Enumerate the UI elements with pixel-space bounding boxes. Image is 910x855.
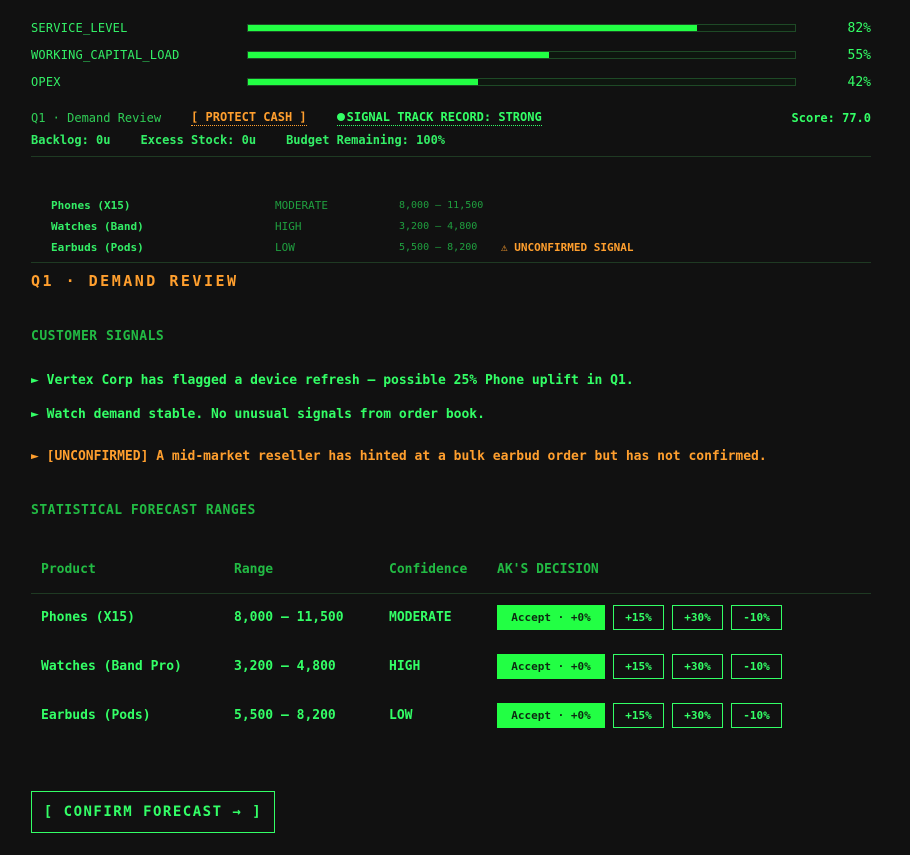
- confirm-forecast-button[interactable]: [ CONFIRM FORECAST → ]: [31, 791, 275, 833]
- minus-10-button[interactable]: -10%: [731, 654, 782, 679]
- confidence: LOW: [275, 241, 295, 254]
- plus-30-button[interactable]: +30%: [672, 654, 723, 679]
- confidence: MODERATE: [275, 199, 328, 212]
- forecast-title: STATISTICAL FORECAST RANGES: [31, 503, 256, 518]
- signal-track-badge[interactable]: SIGNAL TRACK RECORD: STRONG: [336, 110, 542, 126]
- summary-table: Phones (X15) MODERATE 8,000 – 11,500 Wat…: [51, 195, 633, 258]
- divider: [31, 156, 871, 157]
- header-confidence: Confidence: [389, 562, 468, 577]
- product-name: Earbuds (Pods): [51, 241, 144, 254]
- table-row: Watches (Band Pro) 3,200 – 4,800 HIGH Ac…: [31, 652, 871, 682]
- range: 5,500 – 8,200: [399, 242, 478, 253]
- progress-bar-fill: [248, 52, 549, 58]
- decision-buttons: Accept · +0% +15% +30% -10%: [497, 654, 782, 679]
- accept-button[interactable]: Accept · +0%: [497, 605, 605, 630]
- plus-15-button[interactable]: +15%: [613, 605, 664, 630]
- progress-bar: [247, 24, 796, 32]
- confidence: HIGH: [275, 220, 302, 233]
- product-name: Earbuds (Pods): [41, 708, 151, 723]
- stats-row: Backlog: 0u Excess Stock: 0u Budget Rema…: [31, 133, 445, 149]
- divider: [31, 262, 871, 263]
- range: 3,200 – 4,800: [234, 659, 336, 674]
- header-range: Range: [234, 562, 274, 577]
- metric-opex: OPEX 42%: [31, 72, 871, 92]
- backlog-stat: Backlog: 0u: [31, 133, 111, 147]
- plus-15-button[interactable]: +15%: [613, 703, 664, 728]
- status-dot-icon: [336, 113, 345, 121]
- range: 8,000 – 11,500: [399, 200, 484, 211]
- product-name: Watches (Band Pro): [41, 659, 182, 674]
- status-row: Q1 · Demand Review [ PROTECT CASH ] SIGN…: [31, 109, 871, 127]
- minus-10-button[interactable]: -10%: [731, 605, 782, 630]
- signal-item-unconfirmed: ► [UNCONFIRMED] A mid-market reseller ha…: [31, 449, 767, 464]
- table-row: Earbuds (Pods) LOW 5,500 – 8,200 ⚠ UNCON…: [51, 237, 633, 258]
- product-name: Watches (Band): [51, 220, 144, 233]
- confidence: LOW: [389, 708, 413, 723]
- quarter-label: Q1 · Demand Review: [31, 111, 162, 125]
- table-row: Watches (Band) HIGH 3,200 – 4,800: [51, 216, 633, 237]
- metric-service-level: SERVICE_LEVEL 82%: [31, 18, 871, 38]
- progress-bar: [247, 51, 796, 59]
- metric-label: SERVICE_LEVEL: [31, 21, 128, 35]
- product-name: Phones (X15): [41, 610, 135, 625]
- progress-bar-fill: [248, 79, 478, 85]
- metric-percent: 42%: [847, 74, 871, 90]
- protect-cash-badge[interactable]: [ PROTECT CASH ]: [191, 110, 307, 126]
- accept-button[interactable]: Accept · +0%: [497, 703, 605, 728]
- metric-label: OPEX: [31, 75, 61, 89]
- decision-buttons: Accept · +0% +15% +30% -10%: [497, 605, 782, 630]
- progress-bar-fill: [248, 25, 697, 31]
- plus-30-button[interactable]: +30%: [672, 703, 723, 728]
- unconfirmed-signal-warning: ⚠ UNCONFIRMED SIGNAL: [501, 241, 634, 254]
- product-name: Phones (X15): [51, 199, 131, 212]
- range: 5,500 – 8,200: [234, 708, 336, 723]
- confidence: HIGH: [389, 659, 421, 674]
- page-title: Q1 · DEMAND REVIEW: [31, 272, 239, 290]
- signal-item: ► Vertex Corp has flagged a device refre…: [31, 373, 634, 388]
- forecast-table-header: Product Range Confidence AK'S DECISION: [31, 560, 871, 594]
- plus-30-button[interactable]: +30%: [672, 605, 723, 630]
- customer-signals-title: CUSTOMER SIGNALS: [31, 329, 165, 344]
- confidence: MODERATE: [389, 610, 452, 625]
- excess-stock-stat: Excess Stock: 0u: [140, 133, 257, 147]
- signal-item: ► Watch demand stable. No unusual signal…: [31, 407, 485, 422]
- metric-label: WORKING_CAPITAL_LOAD: [31, 48, 180, 62]
- metric-percent: 82%: [847, 20, 871, 36]
- score: Score: 77.0: [791, 111, 871, 125]
- signal-track-label: SIGNAL TRACK RECORD: STRONG: [346, 110, 542, 124]
- table-row: Earbuds (Pods) 5,500 – 8,200 LOW Accept …: [31, 701, 871, 731]
- minus-10-button[interactable]: -10%: [731, 703, 782, 728]
- progress-bar: [247, 78, 796, 86]
- metric-working-capital-load: WORKING_CAPITAL_LOAD 55%: [31, 45, 871, 65]
- accept-button[interactable]: Accept · +0%: [497, 654, 605, 679]
- header-product: Product: [41, 562, 96, 577]
- range: 3,200 – 4,800: [399, 221, 478, 232]
- budget-stat: Budget Remaining: 100%: [286, 133, 446, 147]
- plus-15-button[interactable]: +15%: [613, 654, 664, 679]
- range: 8,000 – 11,500: [234, 610, 344, 625]
- metric-percent: 55%: [847, 47, 871, 63]
- decision-buttons: Accept · +0% +15% +30% -10%: [497, 703, 782, 728]
- header-decision: AK'S DECISION: [497, 562, 599, 577]
- table-row: Phones (X15) MODERATE 8,000 – 11,500: [51, 195, 633, 216]
- table-row: Phones (X15) 8,000 – 11,500 MODERATE Acc…: [31, 603, 871, 633]
